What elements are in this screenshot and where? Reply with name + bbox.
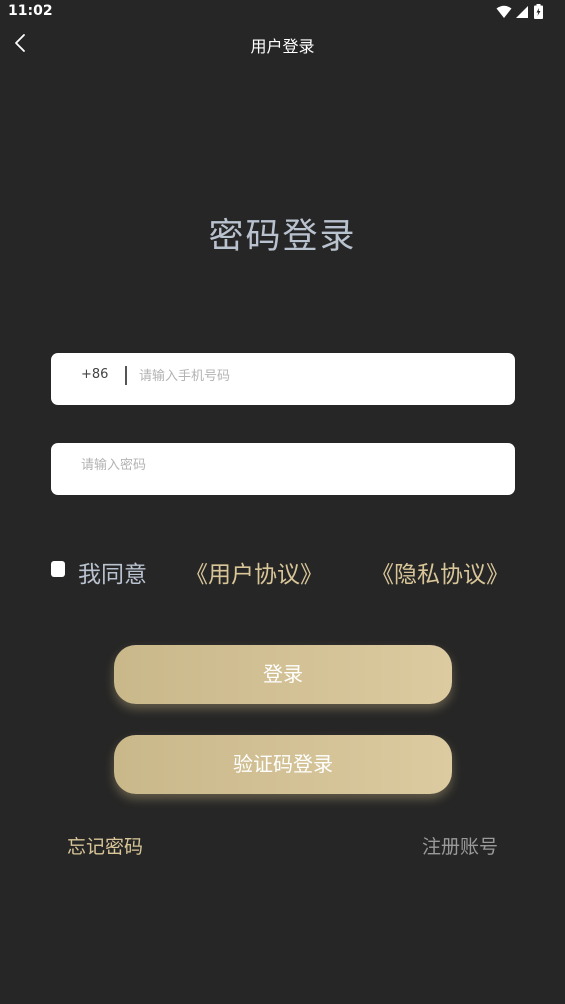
nav-title: 用户登录 (250, 37, 315, 56)
nav-bar: 用户登录 (0, 24, 565, 62)
status-time: 11:02 (8, 3, 53, 19)
input-divider (125, 366, 127, 385)
forgot-password-link[interactable]: 忘记密码 (67, 832, 143, 859)
code-login-button[interactable]: 验证码登录 (114, 735, 452, 794)
country-code[interactable]: +86 (81, 367, 108, 382)
user-agreement-link[interactable]: 《用户协议》 (185, 555, 323, 589)
password-field[interactable] (51, 443, 515, 495)
privacy-policy-link[interactable]: 《隐私协议》 (371, 555, 509, 589)
login-button[interactable]: 登录 (114, 645, 452, 704)
page-heading: 密码登录 (208, 217, 357, 257)
phone-input[interactable] (139, 361, 499, 391)
password-input[interactable] (81, 450, 501, 480)
status-bar: 11:02 (0, 0, 565, 24)
phone-field[interactable]: +86 (51, 353, 515, 405)
agreement-row: 我同意 《用户协议》 《隐私协议》 (51, 552, 521, 588)
agreement-label: 我同意 (78, 562, 147, 588)
register-link[interactable]: 注册账号 (422, 832, 498, 859)
agreement-checkbox[interactable] (51, 561, 65, 577)
wifi-icon (496, 4, 512, 23)
battery-icon (534, 4, 543, 23)
signal-icon (515, 4, 529, 23)
